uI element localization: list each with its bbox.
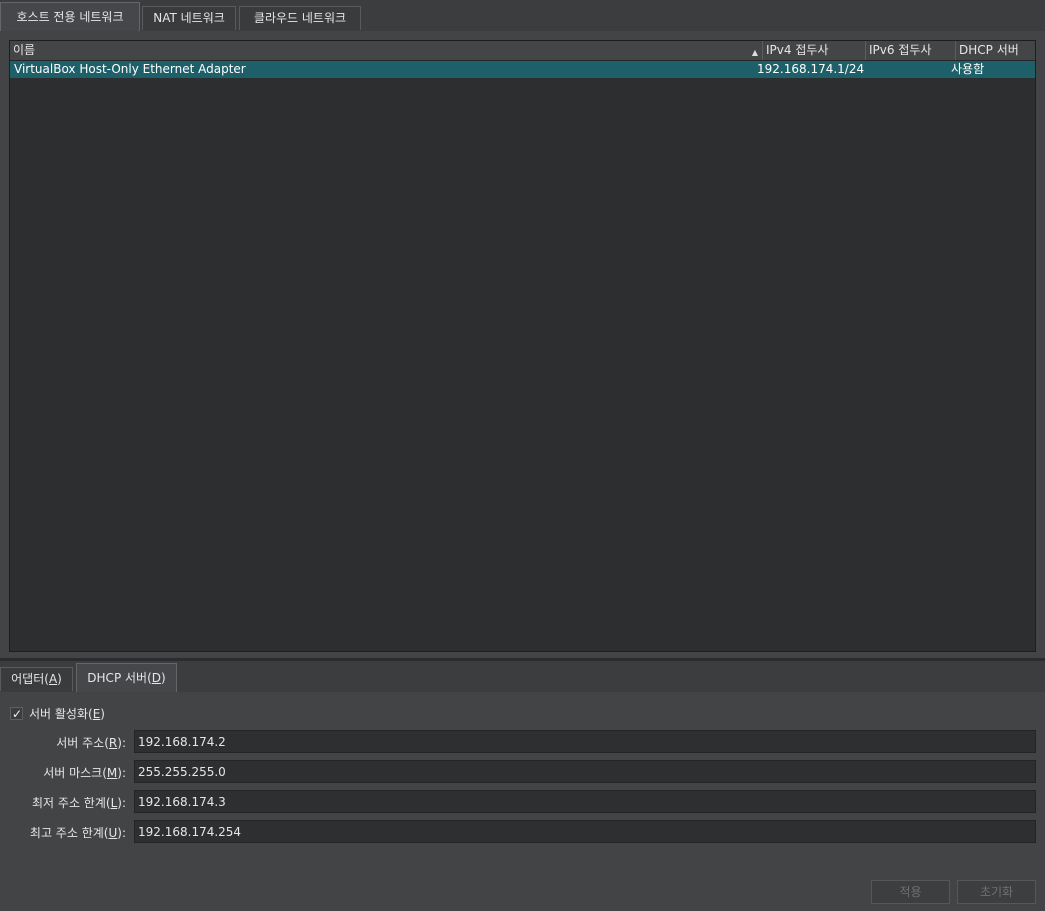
server-mask-label-text: 서버 마스크 xyxy=(43,766,103,780)
upper-address-bound-label: 최고 주소 한계(U): xyxy=(29,826,126,840)
sort-ascending-icon: ▲ xyxy=(751,48,758,57)
enable-server-label[interactable]: 서버 활성화(E) xyxy=(29,706,105,722)
tab-cloud-network[interactable]: 클라우드 네트워크 xyxy=(239,6,361,30)
column-header-name-label: 이름 xyxy=(13,43,36,57)
cell-name: VirtualBox Host-Only Ethernet Adapter xyxy=(14,62,246,76)
checkmark-icon: ✓ xyxy=(12,707,23,721)
column-header-dhcp[interactable]: DHCP 서버 xyxy=(956,41,1035,60)
lower-address-bound-mnemonic: L xyxy=(110,796,118,810)
server-address-input[interactable] xyxy=(134,730,1036,753)
upper-address-bound-input[interactable] xyxy=(134,820,1036,843)
tab-adapter-mnemonic: A xyxy=(48,672,58,686)
reset-button[interactable]: 초기화 xyxy=(957,880,1036,904)
tab-adapter[interactable]: 어댑터(A) xyxy=(0,667,73,691)
server-mask-mnemonic: M xyxy=(106,766,118,780)
column-header-name[interactable]: 이름 ▲ xyxy=(10,41,763,60)
tab-dhcp-server-label: DHCP 서버 xyxy=(87,671,148,685)
network-list-panel: 이름 ▲ IPv4 접두사 IPv6 접두사 DHCP 서버 VirtualBo… xyxy=(0,31,1045,658)
table-row[interactable]: VirtualBox Host-Only Ethernet Adapter 19… xyxy=(10,61,1035,78)
details-tabbar: 어댑터(A) DHCP 서버(D) xyxy=(0,661,1045,693)
cell-ipv6 xyxy=(866,61,956,78)
cell-ipv4: 192.168.174.1/24 xyxy=(757,62,865,76)
tab-adapter-label: 어댑터 xyxy=(11,672,45,686)
tab-dhcp-server-mnemonic: D xyxy=(151,671,162,685)
lower-address-bound-label-text: 최저 주소 한계 xyxy=(32,796,106,810)
apply-button[interactable]: 적용 xyxy=(871,880,950,904)
upper-address-bound-label-text: 최고 주소 한계 xyxy=(29,826,104,840)
dhcp-server-panel: ✓ 서버 활성화(E) 서버 주소(R): 서버 마스크(M): 최저 주소 한… xyxy=(0,692,1045,911)
lower-address-bound-input[interactable] xyxy=(134,790,1036,813)
upper-address-bound-mnemonic: U xyxy=(108,826,118,840)
server-address-mnemonic: R xyxy=(108,736,118,750)
network-type-tabbar: 호스트 전용 네트워크 NAT 네트워크 클라우드 네트워크 xyxy=(0,0,1045,32)
tab-dhcp-server[interactable]: DHCP 서버(D) xyxy=(76,663,177,692)
server-mask-label: 서버 마스크(M): xyxy=(43,766,126,780)
column-header-ipv4[interactable]: IPv4 접두사 xyxy=(763,41,866,60)
cell-dhcp: 사용함 xyxy=(951,62,985,76)
column-header-ipv6[interactable]: IPv6 접두사 xyxy=(866,41,956,60)
lower-address-bound-label: 최저 주소 한계(L): xyxy=(32,796,126,810)
server-address-label-text: 서버 주소 xyxy=(56,736,105,750)
server-address-label: 서버 주소(R): xyxy=(56,736,126,750)
enable-server-text: 서버 활성화 xyxy=(29,707,89,721)
table-header: 이름 ▲ IPv4 접두사 IPv6 접두사 DHCP 서버 xyxy=(10,41,1035,61)
network-table[interactable]: 이름 ▲ IPv4 접두사 IPv6 접두사 DHCP 서버 VirtualBo… xyxy=(9,40,1036,652)
tab-nat-network[interactable]: NAT 네트워크 xyxy=(142,6,236,30)
server-mask-input[interactable] xyxy=(134,760,1036,783)
enable-server-mnemonic: E xyxy=(92,707,101,721)
enable-server-checkbox[interactable]: ✓ xyxy=(10,707,23,721)
tab-host-only-network[interactable]: 호스트 전용 네트워크 xyxy=(0,2,140,31)
